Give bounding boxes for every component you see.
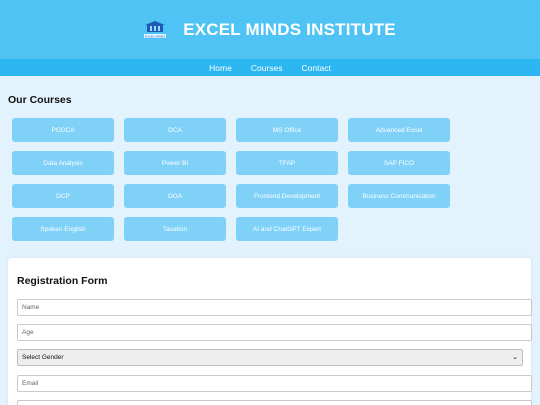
course-power-bi[interactable]: Power BI [124, 151, 226, 175]
course-taxation[interactable]: Taxation [124, 217, 226, 241]
site-title: EXCEL MINDS INSTITUTE [183, 19, 396, 39]
course-spoken-english[interactable]: Spoken English [12, 217, 114, 241]
course-ms-office[interactable]: MS Office [236, 118, 338, 142]
email-field[interactable] [17, 375, 532, 392]
chevron-down-icon: ⌄ [512, 354, 518, 361]
courses-heading: Our Courses [8, 94, 72, 106]
course-ai-chatgpt-expert[interactable]: AI and ChatGPT Expert [236, 217, 338, 241]
nav-home[interactable]: Home [209, 63, 232, 73]
course-sap-fico[interactable]: SAP FICO [348, 151, 450, 175]
name-field[interactable] [17, 299, 532, 316]
course-tfap[interactable]: TFAP [236, 151, 338, 175]
main-nav: Home Courses Contact [0, 59, 540, 76]
courses-grid: PGDCA DCA MS Office Advanced Excel Data … [12, 118, 450, 241]
course-frontend-development[interactable]: Frontend Development [236, 184, 338, 208]
course-doa[interactable]: DOA [124, 184, 226, 208]
course-advanced-excel[interactable]: Advanced Excel [348, 118, 450, 142]
form-title: Registration Form [17, 275, 108, 287]
nav-courses[interactable]: Courses [251, 63, 283, 73]
course-dca[interactable]: DCA [124, 118, 226, 142]
institute-logo-icon: EXCEL MINDS [144, 20, 167, 39]
site-header: EXCEL MINDS EXCEL MINDS INSTITUTE [0, 0, 540, 59]
gender-select-value: Select Gender [22, 354, 64, 361]
course-pgdca[interactable]: PGDCA [12, 118, 114, 142]
course-business-communication[interactable]: Business Communication [348, 184, 450, 208]
course-data-analysis[interactable]: Data Analysis [12, 151, 114, 175]
age-field[interactable] [17, 324, 532, 341]
registration-form: Registration Form Select Gender ⌄ [8, 258, 532, 405]
svg-text:EXCEL MINDS: EXCEL MINDS [145, 34, 165, 38]
gender-select[interactable]: Select Gender ⌄ [17, 349, 523, 366]
nav-contact[interactable]: Contact [302, 63, 331, 73]
course-dcp[interactable]: DCP [12, 184, 114, 208]
next-field[interactable] [17, 400, 532, 405]
